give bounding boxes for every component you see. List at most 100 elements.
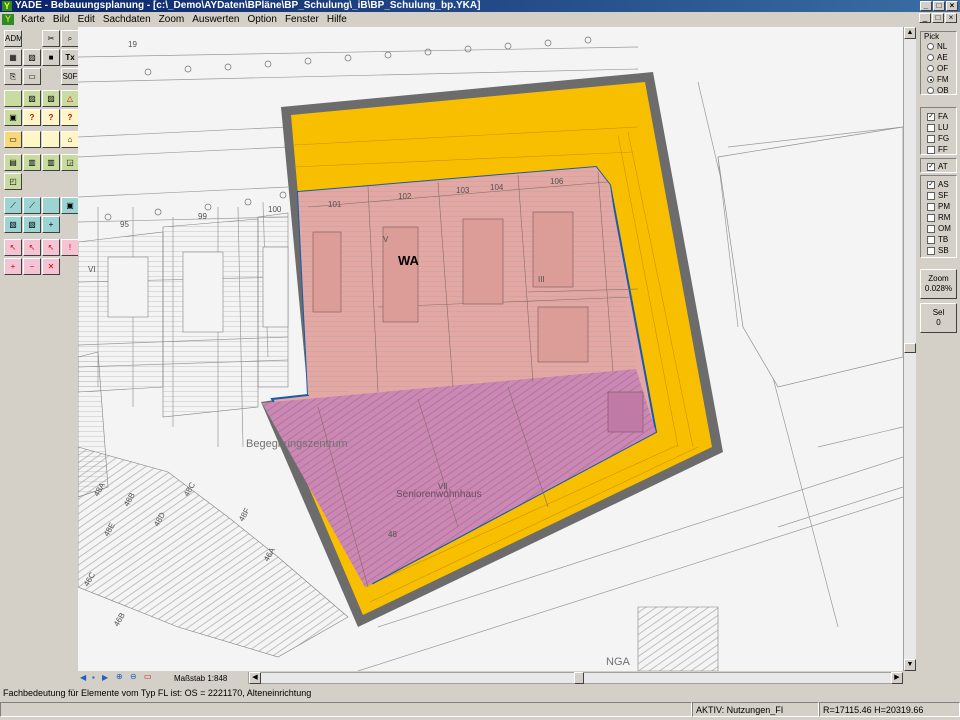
polygon-tool-icon[interactable]: ▤ xyxy=(4,154,22,171)
select-warning-icon[interactable]: ! xyxy=(61,239,79,256)
menu-edit[interactable]: Edit xyxy=(74,14,99,25)
hscroll-thumb[interactable] xyxy=(574,672,584,684)
map-canvas[interactable]: WA 101 102 103 104 106 19 95 99 100 48A … xyxy=(78,27,903,671)
pick-option-fm[interactable]: FM xyxy=(921,74,956,85)
layer-toggle-fg[interactable]: FG xyxy=(921,133,956,144)
menu-fenster[interactable]: Fenster xyxy=(281,14,323,25)
layer-icon[interactable] xyxy=(4,90,22,107)
checkbox[interactable] xyxy=(927,191,935,200)
pan-left-icon[interactable]: ◀ xyxy=(80,673,86,682)
blank-tool-2[interactable] xyxy=(42,131,60,148)
map-horizontal-scrollbar[interactable]: ◀ ▶ xyxy=(248,672,903,684)
polygon-split-icon[interactable]: ▥ xyxy=(42,154,60,171)
bucket-icon[interactable]: ⌂ xyxy=(61,131,79,148)
blank-tool-1[interactable] xyxy=(23,131,41,148)
pick-option-nl[interactable]: NL xyxy=(921,41,956,52)
maximize-button[interactable]: □ xyxy=(933,1,945,11)
checkbox[interactable]: ✓ xyxy=(927,162,935,171)
checkbox[interactable] xyxy=(927,224,935,233)
layer-move-icon[interactable]: ▨ xyxy=(42,90,60,107)
hatch-icon[interactable]: ▨ xyxy=(23,49,41,66)
menu-sachdaten[interactable]: Sachdaten xyxy=(99,14,155,25)
grid-icon[interactable]: ▦ xyxy=(4,49,22,66)
layer-toggle-rm[interactable]: RM xyxy=(921,212,956,223)
select-arrow-icon[interactable]: ↖ xyxy=(4,239,22,256)
zoom-window-icon[interactable]: ▭ xyxy=(144,672,152,681)
layer-toggle-om[interactable]: OM xyxy=(921,223,956,234)
checkbox[interactable] xyxy=(927,202,935,211)
pick-option-ae[interactable]: AE xyxy=(921,52,956,63)
select-add-icon[interactable]: + xyxy=(4,258,22,275)
close-button[interactable]: × xyxy=(946,1,958,11)
text-tool-button[interactable]: Tx xyxy=(61,49,79,66)
scroll-thumb[interactable] xyxy=(904,343,916,353)
line-edit-icon[interactable]: ⟋ xyxy=(23,197,41,214)
map-vertical-scrollbar[interactable]: ▲ ▼ xyxy=(903,27,916,671)
checkbox[interactable] xyxy=(927,134,935,143)
hatch-edit-icon[interactable]: ▧ xyxy=(23,216,41,233)
layer-toggle-sb[interactable]: SB xyxy=(921,245,956,256)
checkbox[interactable] xyxy=(927,213,935,222)
polygon-corner-icon[interactable]: ◲ xyxy=(61,154,79,171)
pick-option-ob[interactable]: OB xyxy=(921,85,956,96)
menu-auswerten[interactable]: Auswerten xyxy=(188,14,243,25)
magnifier-icon[interactable]: ⌕ xyxy=(61,30,79,47)
camera-icon[interactable]: ■ xyxy=(42,49,60,66)
layer-toggle-as[interactable]: ✓ AS xyxy=(921,179,956,190)
polygon-frame-icon[interactable]: ◰ xyxy=(4,173,22,190)
point-tool-icon[interactable]: + xyxy=(42,216,60,233)
doc-minimize-button[interactable]: _ xyxy=(919,13,931,23)
export-icon[interactable]: ⎘ xyxy=(4,68,22,85)
document-icon[interactable]: Y xyxy=(2,13,14,25)
scroll-right-button[interactable]: ▶ xyxy=(891,672,903,684)
area-info-icon[interactable]: ▣ xyxy=(4,109,22,126)
layer-toggle-pm[interactable]: PM xyxy=(921,201,956,212)
select-remove-icon[interactable]: − xyxy=(23,258,41,275)
layer-toggle-tb[interactable]: TB xyxy=(921,234,956,245)
layer-toggle-sf[interactable]: SF xyxy=(921,190,956,201)
menu-option[interactable]: Option xyxy=(243,14,280,25)
radio-button[interactable] xyxy=(927,76,934,83)
pick-option-of[interactable]: OF xyxy=(921,63,956,74)
scroll-up-button[interactable]: ▲ xyxy=(904,27,916,39)
pan-center-icon[interactable]: ▪ xyxy=(92,673,95,682)
menu-karte[interactable]: Karte xyxy=(17,14,49,25)
polygon-hatch-icon[interactable]: ▥ xyxy=(23,154,41,171)
checkbox[interactable]: ✓ xyxy=(927,180,935,189)
menu-zoom[interactable]: Zoom xyxy=(155,14,189,25)
query-multi-icon[interactable]: ? xyxy=(61,109,79,126)
sof-button[interactable]: S0F xyxy=(61,68,79,85)
hatch-tool-icon[interactable]: ▧ xyxy=(4,216,22,233)
radio-button[interactable] xyxy=(927,87,934,94)
checkbox[interactable] xyxy=(927,246,935,255)
pan-right-icon[interactable]: ▶ xyxy=(102,673,108,682)
radio-button[interactable] xyxy=(927,54,934,61)
radio-button[interactable] xyxy=(927,43,934,50)
query-select-icon[interactable]: ? xyxy=(42,109,60,126)
select-query-icon[interactable]: ↖ xyxy=(42,239,60,256)
scroll-left-button[interactable]: ◀ xyxy=(249,672,261,684)
adm-button[interactable]: ADM xyxy=(4,30,22,47)
scissors-icon[interactable]: ✂ xyxy=(42,30,60,47)
doc-close-button[interactable]: × xyxy=(945,13,957,23)
layer-toggle-ff[interactable]: FF xyxy=(921,144,956,155)
open-folder-icon[interactable]: ▭ xyxy=(4,131,22,148)
layer-edit-icon[interactable]: ▨ xyxy=(23,90,41,107)
checkbox[interactable] xyxy=(927,123,935,132)
doc-restore-button[interactable]: □ xyxy=(932,13,944,23)
menu-hilfe[interactable]: Hilfe xyxy=(323,14,351,25)
layer-stack-icon[interactable]: ▣ xyxy=(61,197,79,214)
select-clear-icon[interactable]: ✕ xyxy=(42,258,60,275)
blank-tool-3[interactable] xyxy=(42,197,60,214)
checkbox[interactable]: ✓ xyxy=(927,112,935,121)
query-icon[interactable]: ? xyxy=(23,109,41,126)
zoom-out-icon[interactable]: ⊖ xyxy=(130,672,137,681)
checkbox[interactable] xyxy=(927,145,935,154)
layer-toggle-lu[interactable]: LU xyxy=(921,122,956,133)
layer-toggle-at[interactable]: ✓ AT xyxy=(921,161,956,172)
checkbox[interactable] xyxy=(927,235,935,244)
menu-bild[interactable]: Bild xyxy=(49,14,74,25)
scroll-down-button[interactable]: ▼ xyxy=(904,659,916,671)
radio-button[interactable] xyxy=(927,65,934,72)
layer-tag-icon[interactable]: △ xyxy=(61,90,79,107)
